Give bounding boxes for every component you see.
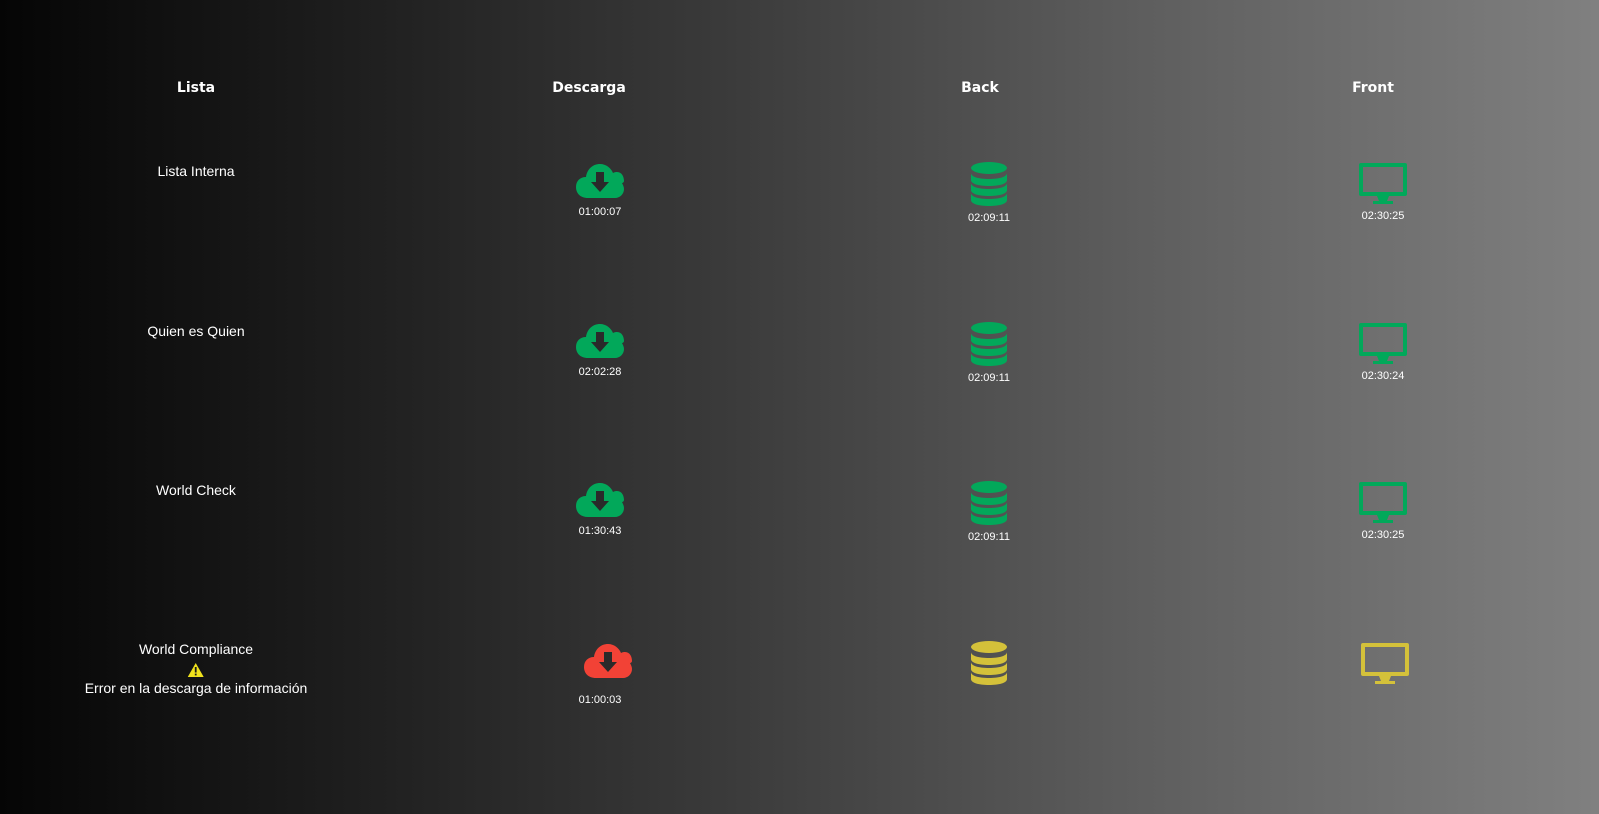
list-name: World Check	[156, 481, 236, 500]
back-time: 02:09:11	[967, 212, 1010, 224]
descarga-status: 01:00:03	[550, 640, 650, 706]
list-name: Lista Interna	[157, 162, 234, 181]
cloud-download-icon	[584, 644, 632, 678]
monitor-icon	[1359, 163, 1407, 204]
cloud-download-icon	[576, 483, 624, 517]
back-status: 02:09:11	[939, 322, 1039, 384]
database-icon	[971, 641, 1007, 685]
monitor-icon	[1359, 482, 1407, 523]
monitor-icon	[1361, 643, 1409, 684]
back-time: 02:09:11	[967, 531, 1010, 543]
descarga-status: 02:02:28	[550, 320, 650, 378]
column-header-lista: Lista	[176, 80, 216, 96]
front-status: 02:30:25	[1333, 481, 1433, 541]
descarga-time: 02:02:28	[578, 366, 622, 378]
database-icon	[971, 481, 1007, 525]
back-status: 02:09:11	[939, 481, 1039, 543]
error-message: Error en la descarga de información	[84, 680, 308, 696]
column-header-back: Back	[961, 80, 999, 96]
cloud-download-icon	[576, 324, 624, 358]
back-status	[939, 641, 1039, 691]
front-status: 02:30:24	[1333, 322, 1433, 382]
monitor-icon	[1359, 323, 1407, 364]
front-time: 02:30:24	[1361, 370, 1405, 382]
list-name: World Compliance Error en la descarga de…	[85, 640, 308, 698]
descarga-status: 01:30:43	[550, 479, 650, 537]
list-name: Quien es Quien	[147, 322, 244, 341]
back-status: 02:09:11	[939, 162, 1039, 224]
list-name-label: Quien es Quien	[147, 323, 245, 339]
descarga-status: 01:00:07	[550, 160, 650, 218]
front-time: 02:30:25	[1361, 529, 1405, 541]
column-header-descarga: Descarga	[552, 80, 626, 96]
descarga-time: 01:00:03	[578, 694, 622, 706]
warning-triangle-icon	[188, 663, 204, 678]
list-name-label: Lista Interna	[157, 163, 235, 179]
descarga-time: 01:00:07	[578, 206, 622, 218]
descarga-time: 01:30:43	[578, 525, 622, 537]
front-status	[1335, 642, 1435, 690]
list-name-label: World Compliance	[138, 641, 254, 657]
front-status: 02:30:25	[1333, 162, 1433, 222]
front-time: 02:30:25	[1361, 210, 1405, 222]
back-time: 02:09:11	[967, 372, 1010, 384]
database-icon	[971, 162, 1007, 206]
list-name-label: World Check	[156, 482, 236, 498]
column-header-front: Front	[1352, 80, 1394, 96]
cloud-download-icon	[576, 164, 624, 198]
database-icon	[971, 322, 1007, 366]
